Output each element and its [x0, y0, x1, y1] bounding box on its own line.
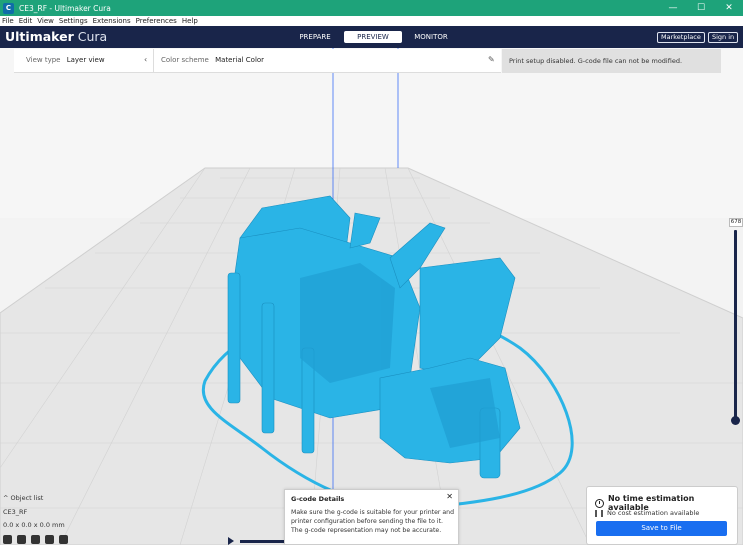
chevron-left-icon[interactable]: ‹ [144, 55, 147, 64]
tab-preview[interactable]: PREVIEW [344, 31, 402, 43]
window-titlebar: C CE3_RF - Ultimaker Cura — ☐ ✕ [0, 0, 743, 16]
menu-view[interactable]: View [37, 17, 54, 25]
view-orientation-buttons [3, 535, 73, 544]
object-list-title: Object list [10, 494, 44, 502]
path-slider-track[interactable] [240, 540, 284, 543]
cost-estimate: No cost estimation available [595, 509, 699, 517]
menu-preferences[interactable]: Preferences [136, 17, 177, 25]
layer-number-box[interactable]: 678 [729, 218, 743, 227]
color-scheme-selector[interactable]: Color scheme Material Color [161, 56, 264, 64]
layer-slider-track[interactable] [734, 230, 737, 420]
stage-tabs: PREPARE PREVIEW MONITOR [286, 31, 460, 43]
view-type-selector[interactable]: View type Layer view [26, 56, 105, 64]
right-view-icon[interactable] [59, 535, 68, 544]
3d-viewport[interactable]: 678 [0, 48, 743, 545]
left-view-icon[interactable] [45, 535, 54, 544]
object-list-panel: ^ Object list CE3_RF 0.0 x 0.0 x 0.0 mm [0, 492, 90, 545]
cost-estimate-text: No cost estimation available [607, 509, 700, 517]
cura-header: Ultimaker Cura PREPARE PREVIEW MONITOR M… [0, 26, 743, 48]
marketplace-button[interactable]: Marketplace [657, 32, 705, 43]
tab-prepare[interactable]: PREPARE [286, 31, 344, 43]
gcode-popup-body: Make sure the g-code is suitable for you… [291, 509, 455, 534]
color-scheme-value: Material Color [215, 56, 265, 64]
close-icon[interactable]: ✕ [446, 492, 453, 501]
cura-app-icon: C [3, 2, 14, 14]
brand-bold: Ultimaker [5, 29, 74, 44]
color-scheme-label: Color scheme [161, 56, 209, 64]
brand-light: Cura [77, 29, 108, 44]
menu-file[interactable]: File [2, 17, 14, 25]
3d-view-icon[interactable] [3, 535, 12, 544]
view-type-value: Layer view [66, 56, 105, 64]
gcode-popup-title: G-code Details [291, 495, 345, 503]
gcode-details-popup: G-code Details ✕ Make sure the g-code is… [284, 489, 459, 545]
maximize-button[interactable]: ☐ [687, 0, 715, 16]
save-to-file-button[interactable]: Save to File [596, 521, 727, 536]
close-window-button[interactable]: ✕ [715, 0, 743, 16]
print-setup-notice: Print setup disabled. G-code file can no… [502, 49, 721, 73]
sign-in-button[interactable]: Sign in [708, 32, 739, 43]
tab-monitor[interactable]: MONITOR [402, 31, 460, 43]
object-list-toggle[interactable]: ^ Object list [3, 494, 43, 502]
object-item-name: CE3_RF [3, 508, 28, 516]
view-type-label: View type [26, 56, 61, 64]
toolbar-divider [153, 49, 154, 73]
front-view-icon[interactable] [17, 535, 26, 544]
output-panel: No time estimation available No cost est… [586, 486, 738, 545]
pencil-icon[interactable]: ✎ [488, 55, 495, 64]
object-dimensions: 0.0 x 0.0 x 0.0 mm [3, 521, 65, 529]
layer-slider-handle[interactable] [731, 416, 740, 425]
cost-icon [595, 509, 603, 517]
menu-help[interactable]: Help [182, 17, 198, 25]
view-toolbar: View type Layer view ‹ Color scheme Mate… [14, 49, 501, 73]
menu-edit[interactable]: Edit [19, 17, 33, 25]
window-title: CE3_RF - Ultimaker Cura [19, 3, 111, 13]
menu-settings[interactable]: Settings [59, 17, 88, 25]
object-list-item[interactable]: CE3_RF [3, 508, 27, 516]
ultimaker-cura-logo: Ultimaker Cura [5, 29, 107, 44]
menu-bar: File Edit View Settings Extensions Prefe… [0, 16, 743, 26]
menu-extensions[interactable]: Extensions [93, 17, 131, 25]
chevron-up-icon: ^ [3, 494, 11, 502]
build-plate-scene [0, 48, 743, 545]
minimize-button[interactable]: — [659, 0, 687, 16]
top-view-icon[interactable] [31, 535, 40, 544]
clock-icon [595, 498, 604, 508]
play-icon[interactable] [228, 537, 234, 545]
